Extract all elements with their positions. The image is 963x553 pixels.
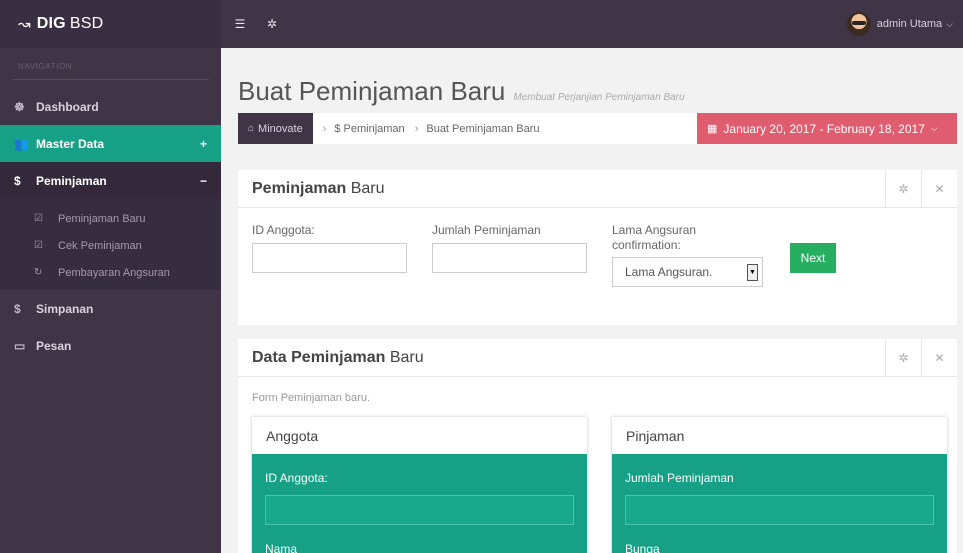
jumlah-peminjaman-label: Jumlah Peminjaman (432, 223, 541, 237)
id-anggota-field-group: ID Anggota: (252, 223, 407, 273)
breadcrumb-peminjaman[interactable]: $ Peminjaman (334, 123, 404, 135)
sidebar: ↝ DIG BSD NAVIGATION ☸ Dashboard 👥 Maste… (0, 0, 221, 553)
anggota-id-label: ID Anggota: (265, 471, 328, 485)
breadcrumb-separator-icon: › (414, 122, 419, 135)
user-menu[interactable]: admin Utama ⌵ (846, 0, 953, 48)
expand-icon: + (199, 136, 207, 151)
refresh-icon: ↻ (34, 267, 43, 278)
users-icon: 👥 (14, 136, 29, 151)
anggota-id-input[interactable] (265, 495, 574, 525)
dollar-icon: $ (14, 173, 21, 188)
dropdown-arrow-icon: ▼ (747, 264, 758, 281)
breadcrumb-separator-icon: › (322, 122, 327, 135)
id-anggota-label: ID Anggota: (252, 223, 315, 237)
collapse-icon: − (199, 173, 207, 188)
sidebar-item-label: Pesan (36, 338, 72, 353)
dollar-icon: $ (14, 301, 21, 316)
sidebar-item-master-data[interactable]: 👥 Master Data + (0, 125, 221, 162)
lama-angsuran-select[interactable]: Lama Angsuran. ▼ (612, 257, 763, 287)
sidebar-item-peminjaman[interactable]: $ Peminjaman − (0, 162, 221, 199)
brand-name-bold: DIG (36, 15, 66, 32)
brand-icon: ↝ (18, 16, 31, 33)
sidebar-item-label: Dashboard (36, 99, 99, 114)
sidebar-item-label: Simpanan (36, 301, 94, 316)
sidebar-item-simpanan[interactable]: $ Simpanan (0, 290, 221, 327)
panel-header: Data Peminjaman Baru ✲ ✕ (238, 339, 957, 377)
sidebar-item-dashboard[interactable]: ☸ Dashboard (0, 88, 221, 125)
date-range-picker[interactable]: ▦ January 20, 2017 - February 18, 2017 ⌵ (697, 113, 957, 144)
sidebar-item-label: Peminjaman (36, 173, 107, 188)
sidebar-subitem-pembayaran-angsuran[interactable]: ↻ Pembayaran Angsuran (0, 259, 221, 286)
anggota-nama-label: Nama (265, 542, 298, 553)
pinjaman-jumlah-input[interactable] (625, 495, 934, 525)
sidebar-subitem-label: Cek Peminjaman (58, 239, 142, 252)
topbar: ☰ ✲ admin Utama ⌵ (221, 0, 963, 48)
sidebar-subitem-cek-peminjaman[interactable]: ☑ Cek Peminjaman (0, 232, 221, 259)
calendar-icon: ▦ (707, 123, 718, 135)
anggota-panel: Anggota ID Anggota: Nama (252, 417, 587, 553)
sidebar-subitem-label: Pembayaran Angsuran (58, 266, 170, 279)
close-icon[interactable]: ✕ (921, 339, 957, 377)
form-description: Form Peminjaman baru. (252, 392, 370, 404)
page-title: Buat Peminjaman Baru (238, 76, 506, 106)
breadcrumb-home-label: Minovate (258, 122, 303, 135)
jumlah-peminjaman-input[interactable] (432, 243, 587, 273)
close-icon[interactable]: ✕ (921, 170, 957, 208)
sidebar-item-pesan[interactable]: ▭ Pesan (0, 327, 221, 364)
pinjaman-panel: Pinjaman Jumlah Peminjaman Bunga (612, 417, 947, 553)
panel-title: Peminjaman Baru (252, 179, 385, 197)
check-square-icon: ☑ (34, 213, 43, 224)
gear-icon[interactable]: ✲ (885, 339, 921, 377)
panel-header: Peminjaman Baru ✲ ✕ (238, 170, 957, 208)
lama-angsuran-select-value: Lama Angsuran. (625, 265, 713, 279)
date-range-label: January 20, 2017 - February 18, 2017 (723, 121, 925, 136)
breadcrumb-current: Buat Peminjaman Baru (426, 122, 540, 135)
breadcrumb: ⌂ Minovate › $ Peminjaman › Buat Peminja… (238, 113, 697, 144)
page-subtitle: Membuat Perjanjian Peminjaman Baru (513, 92, 685, 103)
pinjaman-jumlah-label: Jumlah Peminjaman (625, 471, 734, 485)
sidebar-subitem-label: Peminjaman Baru (58, 212, 146, 225)
gear-icon[interactable]: ✲ (885, 170, 921, 208)
jumlah-peminjaman-field-group: Jumlah Peminjaman (432, 223, 587, 273)
chevron-down-icon: ⌵ (946, 18, 953, 29)
chevron-down-icon: ⌵ (930, 123, 938, 133)
panel-data-peminjaman-baru: Data Peminjaman Baru ✲ ✕ Form Peminjaman… (238, 339, 957, 553)
menu-toggle-icon[interactable]: ☰ (227, 0, 253, 48)
anggota-panel-title: Anggota (252, 417, 587, 454)
gear-icon[interactable]: ✲ (259, 0, 285, 48)
panel-peminjaman-baru: Peminjaman Baru ✲ ✕ ID Anggota: Jumlah P… (238, 170, 957, 325)
check-square-icon: ☑ (34, 240, 43, 251)
brand-name-rest: BSD (69, 15, 104, 32)
id-anggota-input[interactable] (252, 243, 407, 273)
brand-logo[interactable]: ↝ DIG BSD (0, 0, 221, 48)
inbox-icon: ▭ (14, 338, 26, 353)
pinjaman-panel-title: Pinjaman (612, 417, 947, 454)
next-button[interactable]: Next (790, 243, 836, 273)
avatar (846, 12, 871, 36)
user-name: admin Utama (876, 18, 943, 30)
breadcrumb-home[interactable]: ⌂ Minovate (238, 113, 313, 144)
panel-title: Data Peminjaman Baru (252, 348, 424, 366)
anggota-panel-body: ID Anggota: Nama (252, 454, 587, 553)
sidebar-subitem-peminjaman-baru[interactable]: ☑ Peminjaman Baru (0, 205, 221, 232)
peminjaman-submenu: ☑ Peminjaman Baru ☑ Cek Peminjaman ↻ Pem… (0, 199, 221, 290)
lama-angsuran-label-confirmation: confirmation: (612, 238, 681, 252)
home-icon: ⌂ (248, 123, 255, 134)
tachometer-icon: ☸ (14, 99, 25, 114)
nav-heading: NAVIGATION (18, 62, 73, 71)
pinjaman-panel-body: Jumlah Peminjaman Bunga (612, 454, 947, 553)
pinjaman-bunga-label: Bunga (625, 542, 660, 553)
lama-angsuran-label: Lama Angsuran (612, 223, 697, 237)
lama-angsuran-field-group: Lama Angsuran confirmation: Lama Angsura… (612, 223, 763, 287)
page-header: Buat Peminjaman Baru Membuat Perjanjian … (238, 76, 685, 107)
sidebar-item-label: Master Data (36, 136, 105, 151)
